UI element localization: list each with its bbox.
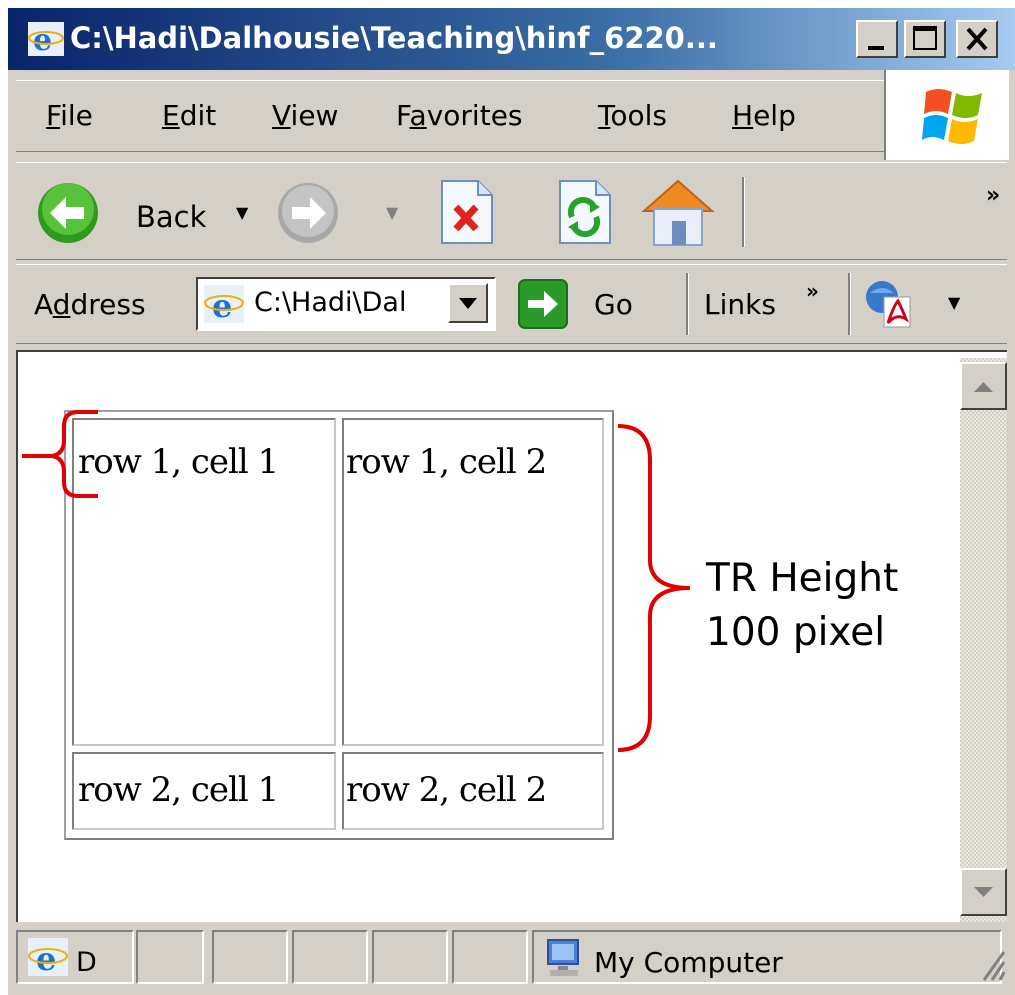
menu-tools[interactable]: Tools (598, 99, 667, 133)
menu-help-accel: H (732, 99, 754, 132)
status-pane (292, 930, 368, 984)
address-label-pre: A (34, 288, 53, 321)
menu-edit[interactable]: Edit (162, 99, 216, 133)
acrobat-button[interactable]: ▼ (864, 279, 974, 329)
minimize-button[interactable] (856, 20, 898, 58)
windows-logo-area (884, 70, 1009, 160)
home-icon (641, 179, 715, 246)
back-icon (38, 183, 98, 243)
table-cell: row 2, cell 1 (72, 752, 336, 830)
acrobat-pdf-icon (866, 281, 911, 328)
my-computer-icon (547, 939, 579, 976)
address-input[interactable]: e C:\Hadi\Dal (196, 277, 496, 331)
svg-text:e: e (36, 940, 56, 976)
address-label: Address (34, 287, 146, 323)
forward-icon (278, 183, 338, 243)
windows-logo-icon (922, 89, 982, 144)
scroll-down-button[interactable] (960, 868, 1007, 916)
ie-icon: e (28, 22, 64, 56)
html-table: row 1, cell 1 row 1, cell 2 row 2, cell … (64, 410, 614, 840)
back-label[interactable]: Back (136, 199, 206, 235)
close-button[interactable] (956, 20, 998, 58)
menu-favorites-label: vorites (426, 99, 523, 132)
menu-bar: File Edit View Favorites Tools Help (16, 80, 886, 152)
status-pane (212, 930, 288, 984)
refresh-button[interactable] (554, 177, 614, 247)
scroll-up-button[interactable] (960, 362, 1007, 410)
go-arrow-icon (518, 279, 568, 329)
links-button[interactable]: Links (704, 287, 776, 323)
menu-file[interactable]: File (46, 99, 93, 133)
table-cell: row 1, cell 2 (342, 418, 604, 746)
home-button[interactable] (638, 175, 718, 249)
table-cell-text: row 2, cell 2 (346, 770, 547, 810)
menu-favorites[interactable]: Favorites (396, 99, 523, 133)
table-cell-text: row 1, cell 2 (346, 442, 547, 482)
address-separator-2 (848, 273, 851, 335)
status-main-pane: e D (16, 930, 134, 984)
address-value: C:\Hadi\Dal (254, 287, 407, 318)
stop-icon (441, 180, 493, 244)
right-brace-annotation (617, 424, 691, 752)
menu-help-label: elp (753, 99, 796, 132)
table-cell: row 2, cell 2 (342, 752, 604, 830)
menu-file-label: ile (60, 99, 93, 132)
status-zone-pane: My Computer (532, 930, 1002, 984)
resize-grip-icon[interactable] (976, 944, 1006, 984)
arrow-up-icon (974, 382, 993, 392)
maximize-icon (913, 26, 937, 50)
forward-dropdown-icon[interactable]: ▼ (386, 203, 398, 222)
refresh-icon (559, 180, 611, 244)
menu-view[interactable]: View (272, 99, 338, 133)
menu-view-label: iew (290, 99, 339, 132)
stop-button[interactable] (436, 177, 496, 247)
back-dropdown-icon[interactable]: ▼ (236, 203, 248, 222)
ie-page-icon: e (28, 938, 68, 976)
security-zone-label: My Computer (594, 946, 783, 979)
annotation-label: TR Height 100 pixel (706, 552, 898, 660)
address-label-accel: d (52, 288, 71, 321)
menu-favorites-accel: a (409, 99, 427, 132)
status-pane (372, 930, 448, 984)
chevron-down-icon (459, 298, 477, 309)
annotation-line-2: 100 pixel (706, 610, 886, 655)
minimize-icon (868, 46, 884, 50)
status-bar: e D My Computer (16, 928, 1007, 990)
address-dropdown-button[interactable] (448, 283, 488, 323)
address-separator (686, 273, 689, 335)
svg-text:e: e (212, 287, 232, 323)
acrobat-dropdown-icon[interactable]: ▼ (948, 293, 960, 312)
maximize-button[interactable] (904, 20, 946, 58)
status-text: D (76, 947, 97, 978)
arrow-down-icon (974, 887, 993, 897)
svg-text:e: e (33, 23, 52, 56)
menu-edit-label: dit (179, 99, 217, 132)
close-icon (966, 27, 988, 51)
table-cell-text: row 2, cell 1 (78, 770, 279, 810)
page-icon: e (204, 285, 244, 323)
menu-edit-accel: E (162, 99, 180, 132)
status-pane (452, 930, 528, 984)
forward-button[interactable] (276, 181, 340, 245)
go-label[interactable]: Go (594, 287, 633, 323)
toolbar-overflow-button[interactable]: » (986, 183, 1000, 208)
standard-toolbar: Back ▼ ▼ » (16, 162, 1007, 260)
menu-file-accel: F (46, 99, 61, 132)
title-bar[interactable]: e C:\Hadi\Dalhousie\Teaching\hinf_6220..… (8, 8, 1015, 70)
address-bar: Address e C:\Hadi\Dal Go Links » ▼ (16, 264, 1007, 344)
toolbar-separator (742, 177, 745, 247)
menu-tools-accel: T (598, 99, 611, 132)
left-brace-annotation (22, 410, 98, 498)
annotation-line-1: TR Height (706, 556, 899, 601)
vertical-scrollbar[interactable] (960, 358, 1007, 922)
status-pane (136, 930, 204, 984)
links-overflow-button[interactable]: » (806, 279, 819, 303)
address-label-rest: dress (70, 288, 146, 321)
menu-view-accel: V (272, 99, 291, 132)
menu-help[interactable]: Help (732, 99, 796, 133)
menu-favorites-pre: F (396, 99, 410, 132)
window-title: C:\Hadi\Dalhousie\Teaching\hinf_6220... (70, 21, 718, 55)
menu-tools-label: ools (610, 99, 667, 132)
